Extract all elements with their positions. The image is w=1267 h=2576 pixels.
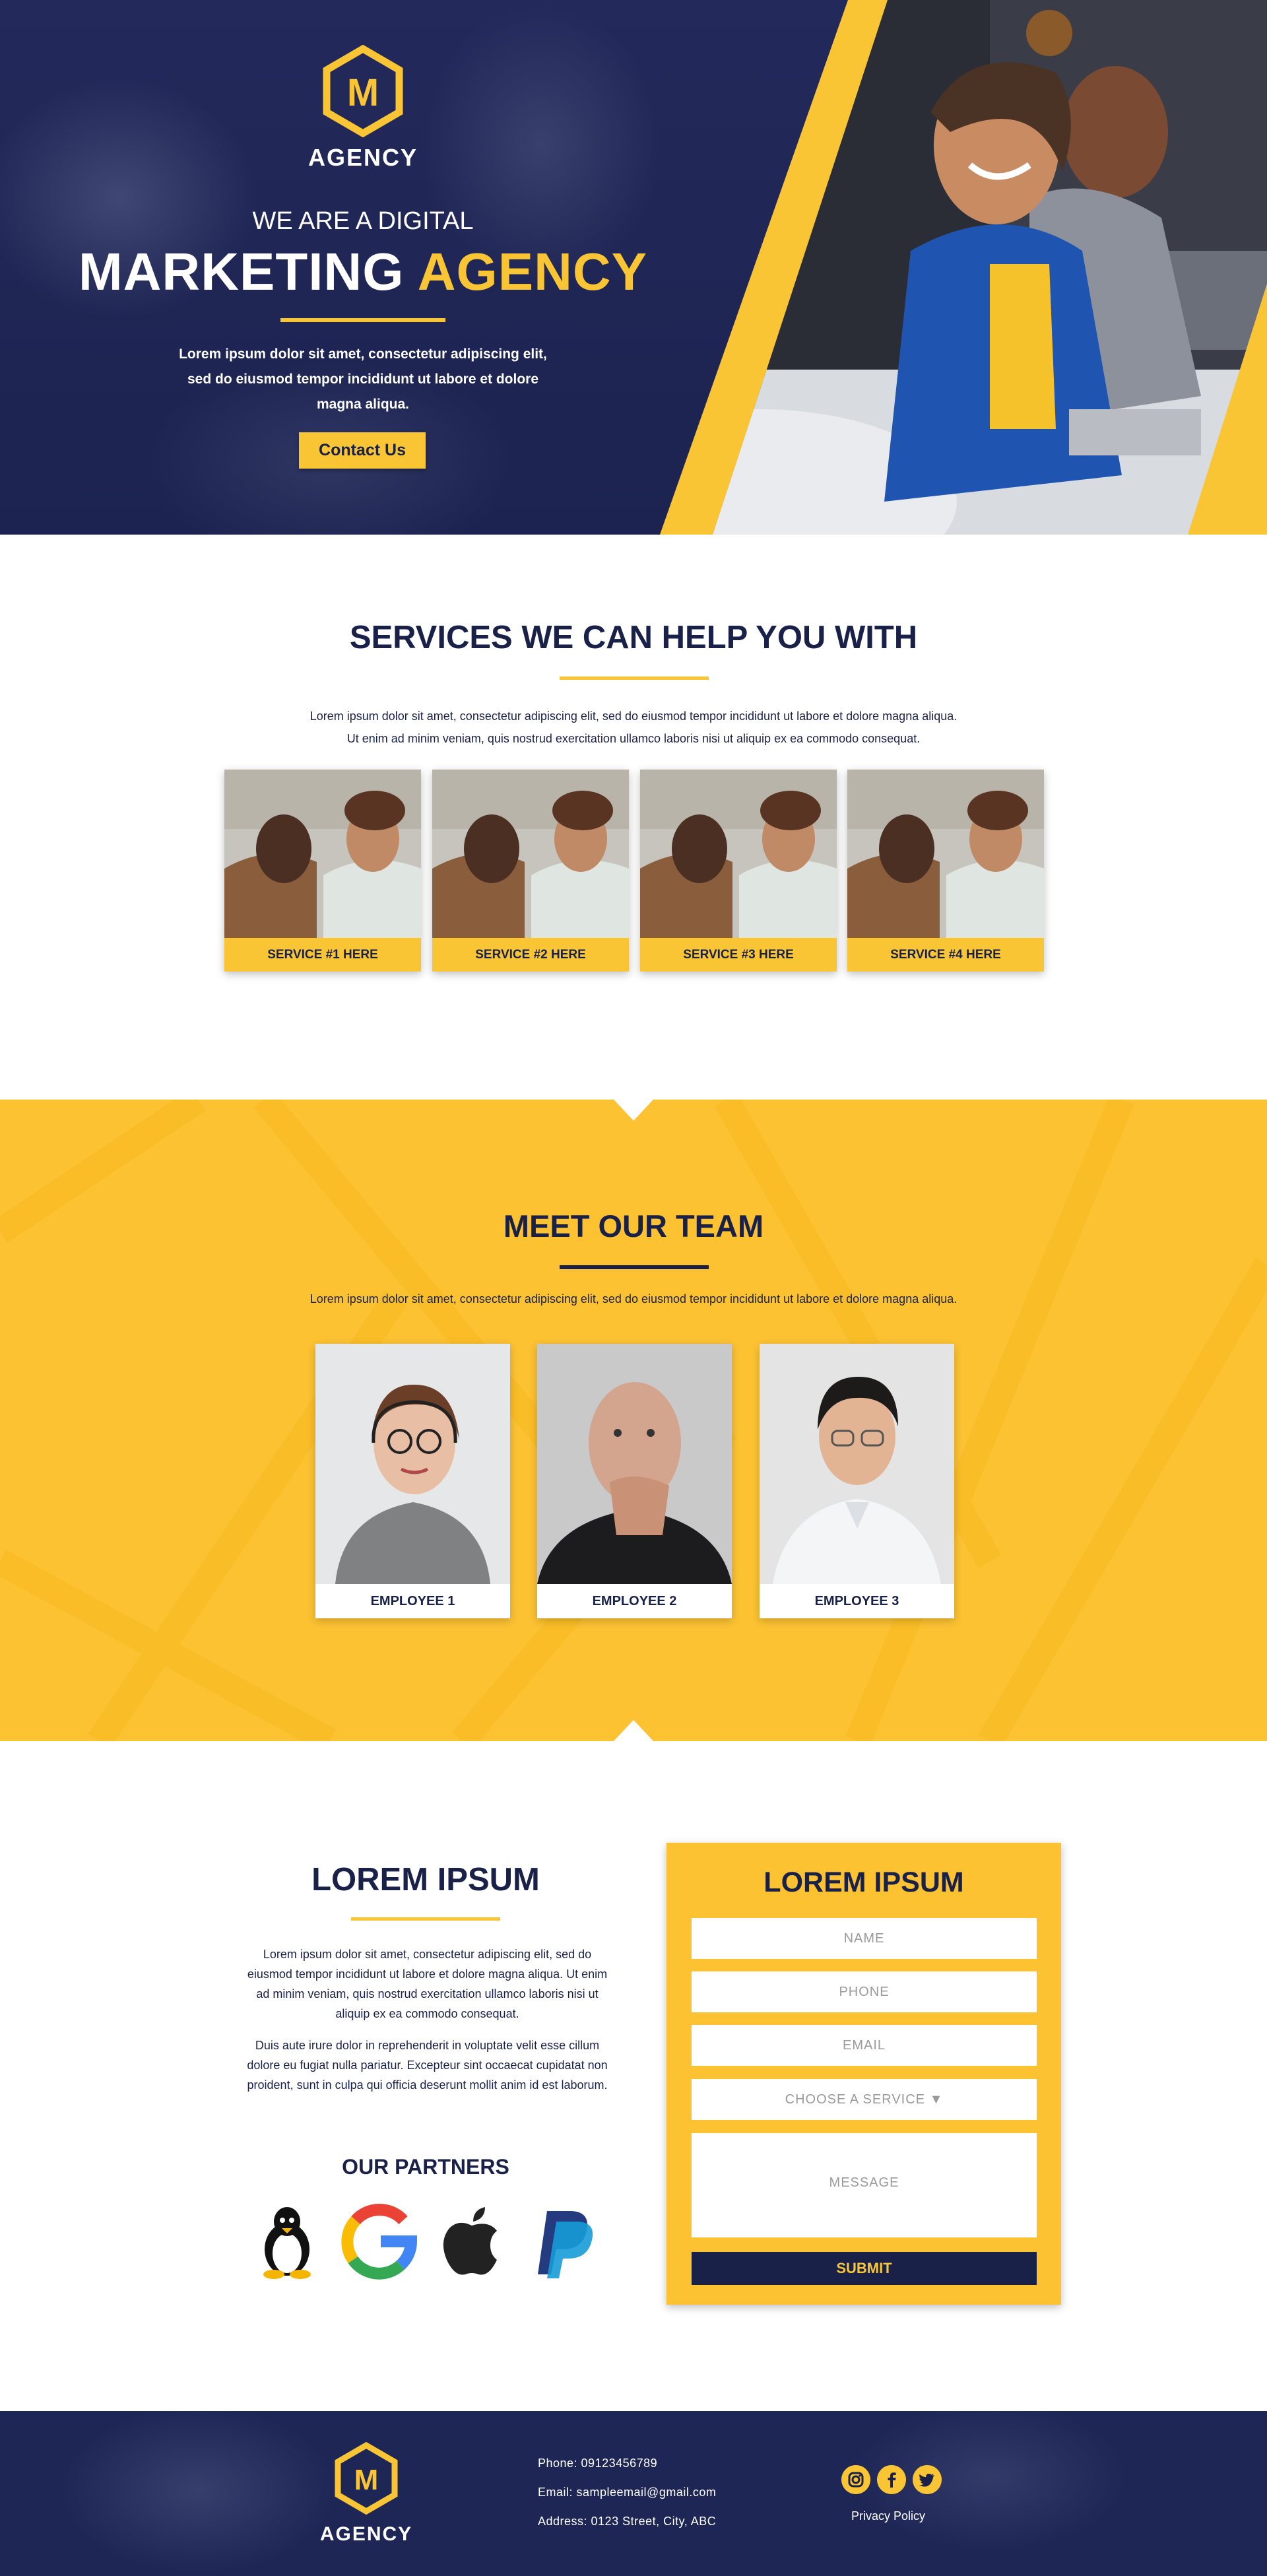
employee-name: EMPLOYEE 1 [370,1594,455,1608]
hero-title-main: MARKETING [79,242,405,301]
about-divider [351,1917,500,1921]
team-text: Lorem ipsum dolor sit amet, consectetur … [309,1292,958,1305]
services-divider [560,677,709,680]
services-title: SERVICES WE CAN HELP YOU WITH [349,620,918,655]
hero-section: M AGENCY WE ARE A DIGITAL MARKETING AGEN… [0,0,1267,535]
chevron-down-icon: ▼ [929,2092,944,2107]
hero-divider [280,318,445,322]
email-field[interactable] [692,2025,1037,2066]
service-label: SERVICE #2 HERE [432,938,629,972]
message-field[interactable] [692,2133,1037,2237]
hero-text: Lorem ipsum dolor sit amet, consectetur … [179,347,547,412]
employee-photo [760,1344,954,1584]
employee-name: EMPLOYEE 2 [592,1594,677,1608]
employee-card-1[interactable]: EMPLOYEE 1 [315,1344,510,1618]
twitter-icon[interactable] [913,2465,942,2494]
about-paragraph-2: Duis aute irure dolor in reprehenderit i… [247,2039,608,2092]
footer-email: Email: sampleemail@gmail.com [538,2486,717,2499]
submit-button[interactable]: SUBMIT [692,2252,1037,2285]
about-title: LOREM IPSUM [311,1862,540,1898]
footer-address: Address: 0123 Street, City, ABC [538,2515,717,2528]
paypal-icon [538,2211,593,2278]
linux-icon [263,2207,311,2279]
service-card-3[interactable]: SERVICE #3 HERE [640,770,837,972]
contact-form: LOREM IPSUM CHOOSE A SERVICE ▼ SUBMIT [666,1843,1061,2305]
employee-card-3[interactable]: EMPLOYEE 3 [760,1344,954,1618]
about-paragraph-1: Lorem ipsum dolor sit amet, consectetur … [247,1948,608,2020]
service-image [432,770,629,938]
privacy-policy-link[interactable]: Privacy Policy [851,2509,925,2523]
service-card-4[interactable]: SERVICE #4 HERE [847,770,1044,972]
service-label: SERVICE #3 HERE [640,938,837,972]
employee-photo [537,1344,732,1584]
service-image [847,770,1044,938]
service-select[interactable]: CHOOSE A SERVICE ▼ [692,2079,1037,2120]
hero-title-accent: AGENCY [417,242,647,301]
form-title: LOREM IPSUM [763,1866,964,1898]
employee-name: EMPLOYEE 3 [814,1594,899,1608]
google-icon [341,2203,418,2280]
team-notch-top [614,1100,653,1121]
employee-card-2[interactable]: EMPLOYEE 2 [537,1344,732,1618]
footer-brand: AGENCY [319,2523,413,2545]
footer-logo-letter: M [354,2464,379,2496]
service-select-label: CHOOSE A SERVICE [785,2092,925,2107]
service-label: SERVICE #1 HERE [224,938,421,972]
apple-icon [443,2207,497,2275]
team-title: MEET OUR TEAM [503,1208,764,1243]
footer-logo-icon: M [335,2442,398,2515]
phone-field[interactable] [692,1971,1037,2012]
hero-pretitle: WE ARE A DIGITAL [252,207,474,235]
services-text-line2: Ut enim ad minim veniam, quis nostrud ex… [346,732,921,745]
facebook-icon[interactable] [877,2465,906,2494]
service-card-1[interactable]: SERVICE #1 HERE [224,770,421,972]
team-notch-bottom [614,1720,653,1741]
team-divider [560,1265,709,1269]
services-text-line1: Lorem ipsum dolor sit amet, consectetur … [309,710,958,723]
partners-title: OUR PARTNERS [342,2155,509,2179]
agency-logo-icon: M [323,45,403,137]
footer-phone: Phone: 09123456789 [538,2457,658,2470]
logo-letter: M [347,71,379,114]
services-text: Lorem ipsum dolor sit amet, consectetur … [0,705,1267,750]
service-label: SERVICE #4 HERE [847,938,1044,972]
brand-name: AGENCY [308,144,418,171]
employee-photo [315,1344,510,1584]
instagram-icon[interactable] [841,2465,870,2494]
service-image [224,770,421,938]
service-image [640,770,837,938]
contact-us-button[interactable]: Contact Us [299,432,426,469]
name-field[interactable] [692,1918,1037,1959]
service-card-2[interactable]: SERVICE #2 HERE [432,770,629,972]
hero-title: MARKETING AGENCY [0,242,726,302]
